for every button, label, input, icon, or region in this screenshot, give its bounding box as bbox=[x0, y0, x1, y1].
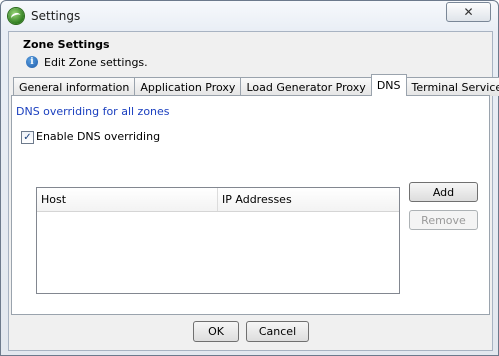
app-logo-icon bbox=[8, 8, 24, 24]
header-section: Zone Settings i Edit Zone settings. bbox=[9, 32, 492, 76]
info-icon: i bbox=[26, 56, 38, 68]
tab-application-proxy[interactable]: Application Proxy bbox=[134, 77, 242, 96]
table-header: Host IP Addresses bbox=[37, 188, 399, 212]
header-description: Edit Zone settings. bbox=[44, 56, 148, 69]
settings-window: Settings ✕ Zone Settings i Edit Zone set… bbox=[0, 0, 499, 356]
tab-terminal-services[interactable]: Terminal Services bbox=[405, 77, 499, 96]
column-header-host[interactable]: Host bbox=[37, 188, 218, 211]
dialog-body: Zone Settings i Edit Zone settings. Gene… bbox=[8, 31, 499, 351]
remove-button[interactable]: Remove bbox=[409, 210, 478, 230]
host-ip-table[interactable]: Host IP Addresses bbox=[36, 187, 400, 294]
dns-tab-panel: DNS overriding for all zones ✓ Enable DN… bbox=[11, 95, 490, 315]
tab-load-generator-proxy[interactable]: Load Generator Proxy bbox=[240, 77, 372, 96]
ok-button[interactable]: OK bbox=[193, 321, 239, 342]
window-title: Settings bbox=[31, 9, 81, 23]
header-title: Zone Settings bbox=[23, 38, 110, 51]
close-button[interactable]: ✕ bbox=[446, 2, 491, 22]
check-icon: ✓ bbox=[23, 132, 32, 143]
enable-dns-override-label[interactable]: Enable DNS overriding bbox=[36, 130, 160, 143]
tab-dns[interactable]: DNS bbox=[370, 74, 407, 96]
enable-dns-override-checkbox[interactable]: ✓ bbox=[21, 131, 34, 144]
tab-general-information[interactable]: General information bbox=[13, 77, 136, 96]
tab-strip: General information Application Proxy Lo… bbox=[13, 74, 499, 96]
add-button[interactable]: Add bbox=[409, 182, 478, 202]
close-icon: ✕ bbox=[463, 5, 474, 19]
title-bar[interactable]: Settings ✕ bbox=[1, 1, 498, 31]
cancel-button[interactable]: Cancel bbox=[246, 321, 309, 342]
column-header-ip-addresses[interactable]: IP Addresses bbox=[218, 188, 398, 211]
dns-section-heading: DNS overriding for all zones bbox=[16, 105, 170, 118]
